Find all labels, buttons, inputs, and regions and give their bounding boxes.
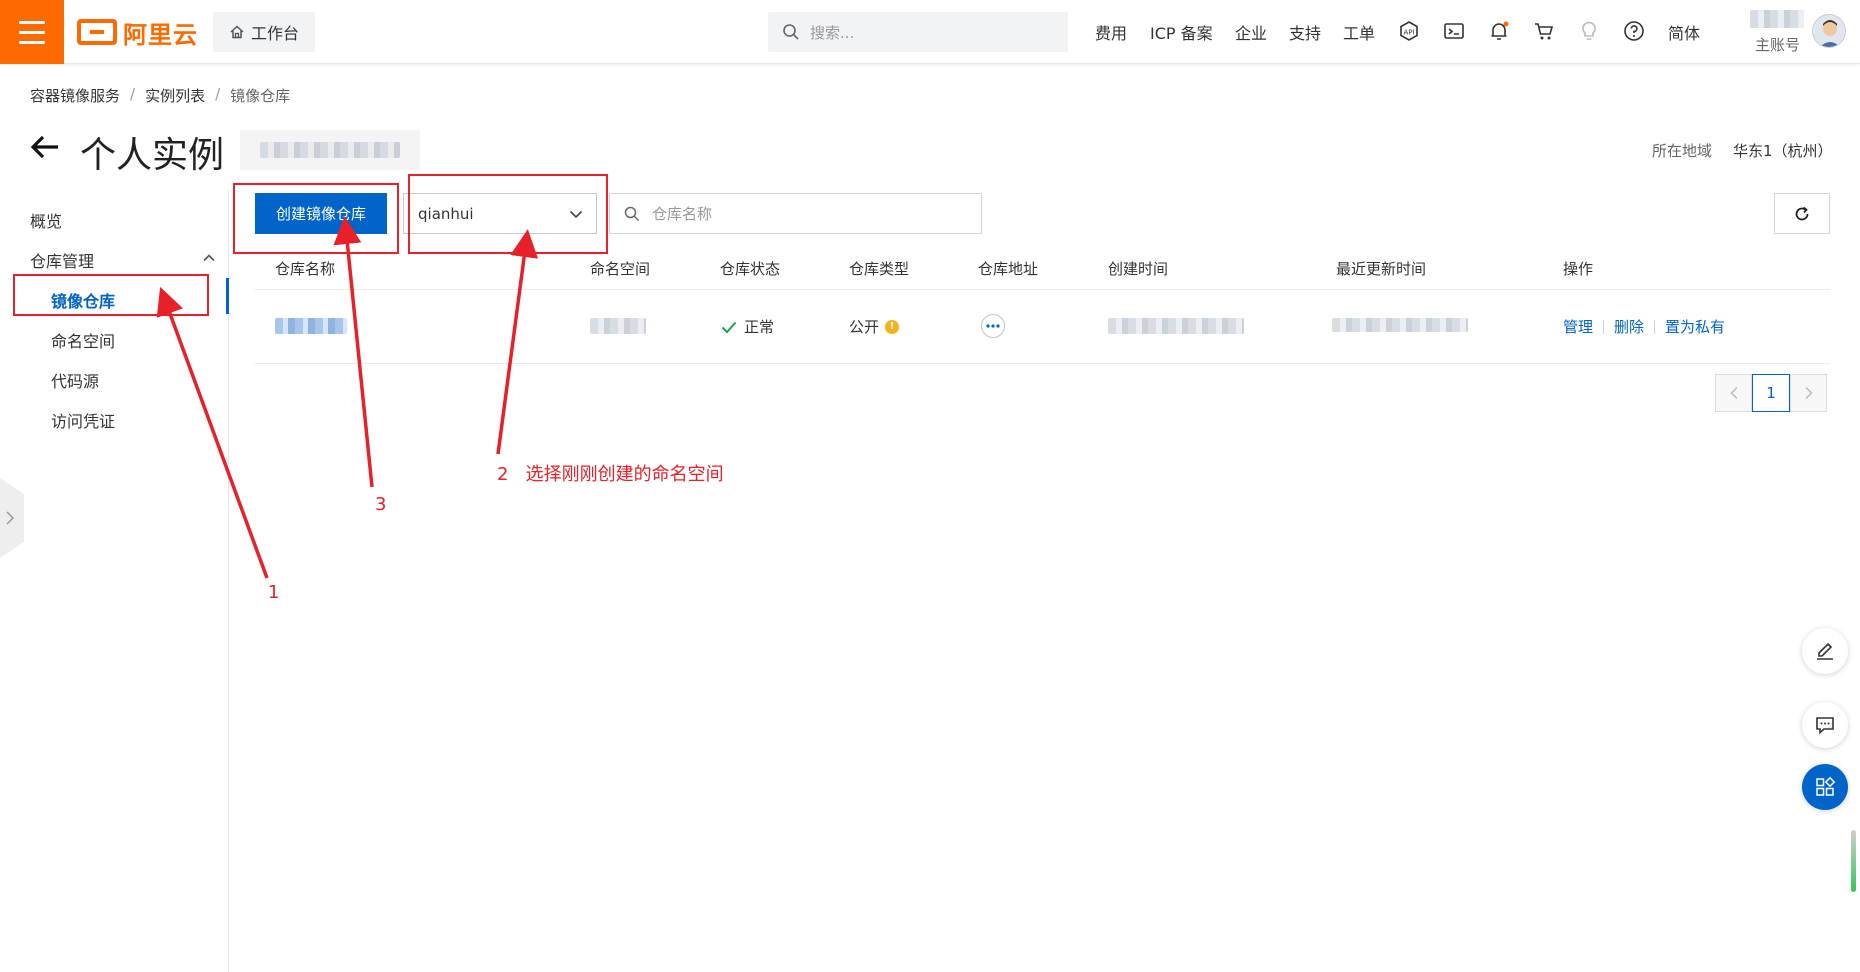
action-divider <box>1654 319 1656 334</box>
annotation-box-sidebar <box>13 274 209 316</box>
breadcrumb-item[interactable]: 容器镜像服务 <box>30 85 120 106</box>
namespace-redacted <box>590 318 646 334</box>
back-arrow-icon[interactable] <box>28 130 62 168</box>
updated-time-redacted <box>1332 318 1468 332</box>
column-header: 最近更新时间 <box>1336 260 1427 278</box>
breadcrumb-separator: / <box>130 85 136 103</box>
region-value: 华东1（杭州） <box>1733 142 1833 160</box>
chat-button[interactable] <box>1802 702 1848 748</box>
language-switch[interactable]: 简体 <box>1668 20 1700 44</box>
refresh-icon <box>1795 206 1809 220</box>
logo-mark <box>77 19 117 45</box>
manage-link[interactable]: 管理 <box>1563 316 1593 337</box>
sidebar-item-namespace[interactable]: 命名空间 <box>51 328 115 352</box>
column-header: 仓库状态 <box>720 260 781 278</box>
instance-name-redacted <box>240 130 420 170</box>
breadcrumb-separator: / <box>215 85 221 103</box>
column-header: 创建时间 <box>1108 260 1169 278</box>
help-icon[interactable] <box>1621 18 1647 44</box>
breadcrumb: 容器镜像服务 / 实例列表 / 镜像仓库 <box>30 85 290 106</box>
search-icon <box>624 206 640 221</box>
nav-fees[interactable]: 费用 <box>1095 20 1127 44</box>
logo-text: 阿里云 <box>123 20 198 49</box>
chat-icon <box>1816 717 1834 735</box>
apps-button[interactable] <box>1802 764 1848 810</box>
nav-enterprise[interactable]: 企业 <box>1235 20 1267 44</box>
account-type: 主账号 <box>1755 36 1801 54</box>
bulb-icon[interactable] <box>1576 18 1602 44</box>
avatar[interactable] <box>1812 14 1846 48</box>
workbench-label: 工作台 <box>250 24 299 43</box>
created-time-redacted <box>1108 318 1244 334</box>
chevron-up-icon[interactable] <box>202 251 216 265</box>
pagination-next[interactable] <box>1790 374 1827 412</box>
annotation-box-namespace <box>408 174 608 254</box>
status-text: 正常 <box>744 318 775 336</box>
warning-icon[interactable]: ! <box>885 319 900 334</box>
repo-status: 正常 <box>720 316 774 337</box>
terminal-icon[interactable] <box>1441 18 1467 44</box>
repo-type-text: 公开 <box>849 318 880 336</box>
column-header: 仓库名称 <box>275 260 336 278</box>
region-label: 所在地域 <box>1652 142 1713 160</box>
repo-search-input[interactable]: 仓库名称 <box>609 193 982 234</box>
breadcrumb-item[interactable]: 实例列表 <box>145 85 205 106</box>
home-icon <box>230 25 244 39</box>
repo-search-placeholder: 仓库名称 <box>652 205 713 223</box>
pagination-prev[interactable] <box>1715 374 1752 412</box>
annotation-label-1: 1 <box>268 582 280 603</box>
annotation-label-3: 3 <box>375 494 387 515</box>
repo-address <box>981 314 1005 338</box>
column-header: 仓库地址 <box>978 260 1039 278</box>
app-icon[interactable]: API <box>1396 18 1422 44</box>
nav-ticket[interactable]: 工单 <box>1343 20 1375 44</box>
column-header: 命名空间 <box>590 260 651 278</box>
repo-name-redacted[interactable] <box>275 318 347 334</box>
search-placeholder: 搜索... <box>810 23 855 42</box>
chevron-right-icon <box>6 511 15 525</box>
set-private-link[interactable]: 置为私有 <box>1665 316 1725 337</box>
action-divider <box>1603 319 1605 334</box>
sidebar-group-repo-mgmt[interactable]: 仓库管理 <box>30 248 94 272</box>
refresh-button[interactable] <box>1774 193 1830 234</box>
check-icon <box>721 321 737 333</box>
top-bar: 阿里云 工作台 搜索... 费用 ICP 备案 企业 支持 工单 API 简体 … <box>0 0 1860 64</box>
page-title: 个人实例 <box>80 135 225 176</box>
column-header: 仓库类型 <box>849 260 910 278</box>
pencil-icon <box>1817 642 1833 660</box>
search-icon <box>783 24 799 40</box>
sidebar-item-code-source[interactable]: 代码源 <box>51 368 99 392</box>
more-icon[interactable] <box>981 314 1005 338</box>
nav-support[interactable]: 支持 <box>1289 20 1321 44</box>
annotation-box-create <box>233 183 399 254</box>
sidebar-item-access-credential[interactable]: 访问凭证 <box>51 408 115 432</box>
delete-link[interactable]: 删除 <box>1614 316 1644 337</box>
row-actions: 管理 删除 置为私有 <box>1563 316 1725 337</box>
bell-icon[interactable] <box>1486 18 1512 44</box>
svg-text:API: API <box>1403 29 1414 37</box>
table-row: 正常 公开 ! 管理 删除 置为私有 <box>255 290 1830 364</box>
repo-type: 公开 ! <box>849 316 900 337</box>
edit-feedback-button[interactable] <box>1802 628 1848 674</box>
scroll-indicator <box>1851 830 1856 892</box>
sidebar-item-overview[interactable]: 概览 <box>30 208 62 232</box>
account-name-redacted <box>1750 10 1804 28</box>
menu-icon[interactable] <box>0 0 64 64</box>
breadcrumb-current: 镜像仓库 <box>230 87 291 105</box>
workbench-button[interactable]: 工作台 <box>213 12 315 52</box>
nav-icp[interactable]: ICP 备案 <box>1150 20 1213 44</box>
cart-icon[interactable] <box>1531 18 1557 44</box>
aliyun-logo[interactable]: 阿里云 <box>77 16 198 49</box>
global-search-input[interactable]: 搜索... <box>768 12 1068 52</box>
sidebar-active-indicator <box>226 278 229 314</box>
annotation-label-2: 2 选择刚刚创建的命名空间 <box>497 464 724 485</box>
apps-icon <box>1816 776 1836 796</box>
column-header: 操作 <box>1563 260 1594 278</box>
chevron-left-icon <box>1729 386 1738 400</box>
pagination-page[interactable]: 1 <box>1752 374 1790 412</box>
chevron-right-icon <box>1804 386 1813 400</box>
